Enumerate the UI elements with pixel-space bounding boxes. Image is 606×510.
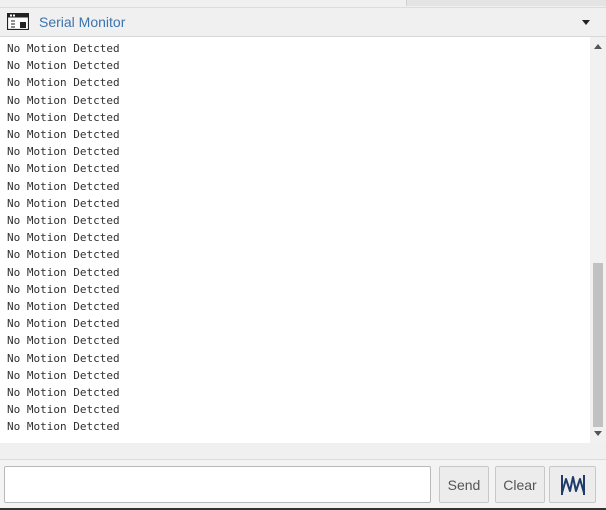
panel-header: Serial Monitor [0, 7, 606, 37]
serial-monitor-panel: Serial Monitor No Motion Detcted No Motio… [0, 0, 606, 510]
serial-output-line: No Motion Detcted [7, 93, 120, 107]
scroll-up-arrow-icon[interactable] [593, 43, 603, 51]
serial-output-line: No Motion Detcted [7, 351, 120, 365]
serial-output-line: No Motion Detcted [7, 248, 120, 262]
serial-output-line: No Motion Detcted [7, 300, 120, 313]
scrollbar-thumb[interactable] [593, 263, 603, 427]
scroll-down-arrow-icon[interactable] [593, 429, 603, 437]
input-bar: Send Clear [0, 459, 606, 510]
serial-output-area[interactable]: No Motion Detcted No Motion Detcted No Mot… [0, 37, 590, 443]
waveform-icon [560, 474, 585, 495]
serial-output-line: No Motion Detcted [7, 179, 120, 193]
clear-button[interactable]: Clear [495, 466, 545, 503]
vertical-scrollbar[interactable] [590, 37, 606, 443]
serial-output-line: No Motion Detcted [7, 128, 120, 141]
dropdown-triangle-icon[interactable] [578, 15, 594, 29]
serial-output-line: No Motion Detcted [7, 76, 120, 90]
output-footer-gap [0, 443, 606, 459]
serial-output-line: No Motion Detcted [7, 59, 120, 73]
top-strip [0, 0, 606, 7]
serial-output-line: No Motion Detcted [7, 214, 120, 227]
serial-output-line: No Motion Detcted [7, 282, 120, 296]
serial-output-line: No Motion Detcted [7, 334, 120, 348]
serial-output-line: No Motion Detcted [7, 231, 120, 245]
serial-output-line: No Motion Detcted [7, 317, 120, 331]
panel-title: Serial Monitor [39, 14, 126, 30]
send-button[interactable]: Send [439, 466, 489, 503]
serial-output-line: No Motion Detcted [7, 368, 120, 382]
serial-output-line: No Motion Detcted [7, 162, 120, 176]
serial-output-line: No Motion Detcted [7, 196, 120, 210]
serial-window-icon [7, 13, 29, 30]
serial-output-line: No Motion Detcted [7, 265, 120, 279]
serial-output-line: No Motion Detcted [7, 145, 120, 159]
serial-output-line: No Motion Detcted [7, 420, 120, 434]
serial-output-line: No Motion Detcted [7, 42, 120, 55]
serial-plotter-button[interactable] [549, 466, 596, 503]
serial-output-line: No Motion Detcted [7, 110, 120, 124]
serial-output-line: No Motion Detcted [7, 386, 120, 399]
tab-edge [406, 0, 606, 6]
serial-output-line: No Motion Detcted [7, 403, 120, 417]
message-input[interactable] [4, 466, 431, 503]
